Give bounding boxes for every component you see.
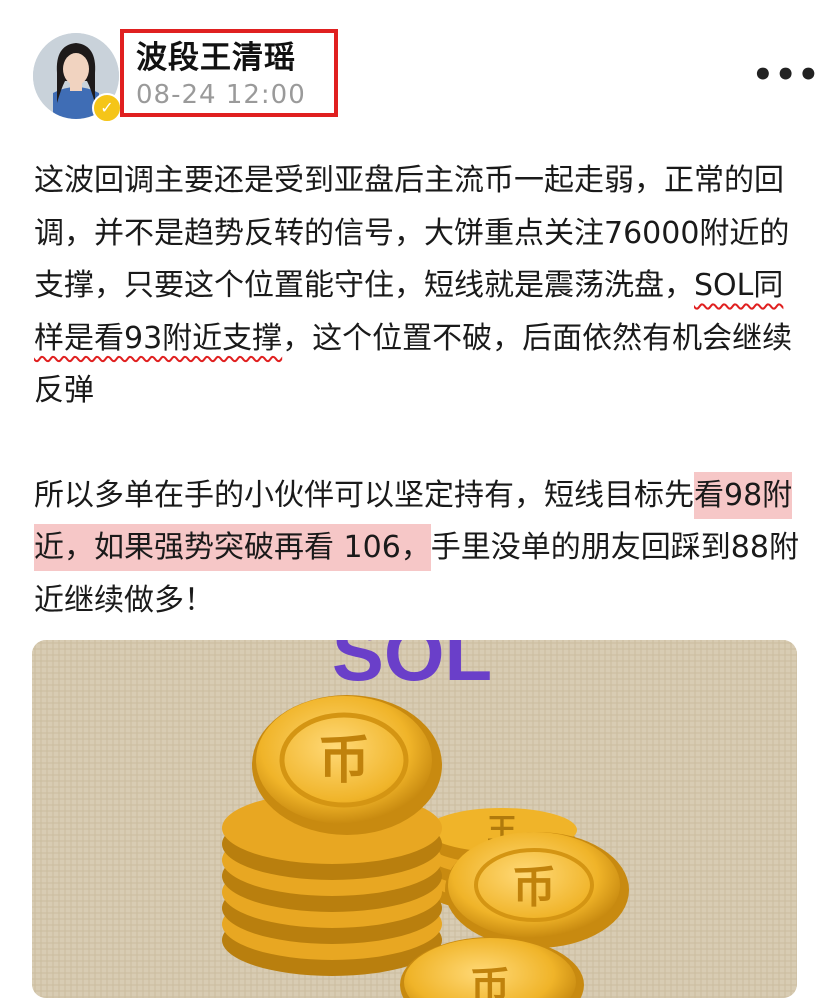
post-image[interactable]: SOL 王 币 币 币 <box>32 640 797 998</box>
sol-banner-text: SOL <box>332 640 492 697</box>
author-name[interactable]: 波段王清瑶 <box>136 32 296 77</box>
coin-glyph: 币 <box>318 731 370 791</box>
post-time: 08-24 12:00 <box>136 80 306 110</box>
coin-glyph: 币 <box>512 862 556 913</box>
coin-front: 币 <box>445 832 629 948</box>
sol-coins-illustration: SOL 王 币 币 币 <box>32 640 797 998</box>
verified-check-icon: ✓ <box>92 93 122 123</box>
paragraph-text: 这波回调主要还是受到亚盘后主流币一起走弱，正常的回调，并不是趋势反转的信号，大饼… <box>34 163 790 303</box>
more-dots-icon[interactable]: ••• <box>752 58 819 92</box>
coin-glyph: 币 <box>470 964 510 998</box>
post-text: 这波回调主要还是受到亚盘后主流币一起走弱，正常的回调，并不是趋势反转的信号，大饼… <box>34 155 804 627</box>
post-paragraph-2: 所以多单在手的小伙伴可以坚定持有，短线目标先看98附近，如果强势突破再看 106… <box>34 470 804 628</box>
post-paragraph-1: 这波回调主要还是受到亚盘后主流币一起走弱，正常的回调，并不是趋势反转的信号，大饼… <box>34 155 804 418</box>
post-header: ✓ 波段王清瑶 08-24 12:00 ••• <box>0 0 828 140</box>
paragraph-text: 所以多单在手的小伙伴可以坚定持有，短线目标先 <box>34 477 694 513</box>
